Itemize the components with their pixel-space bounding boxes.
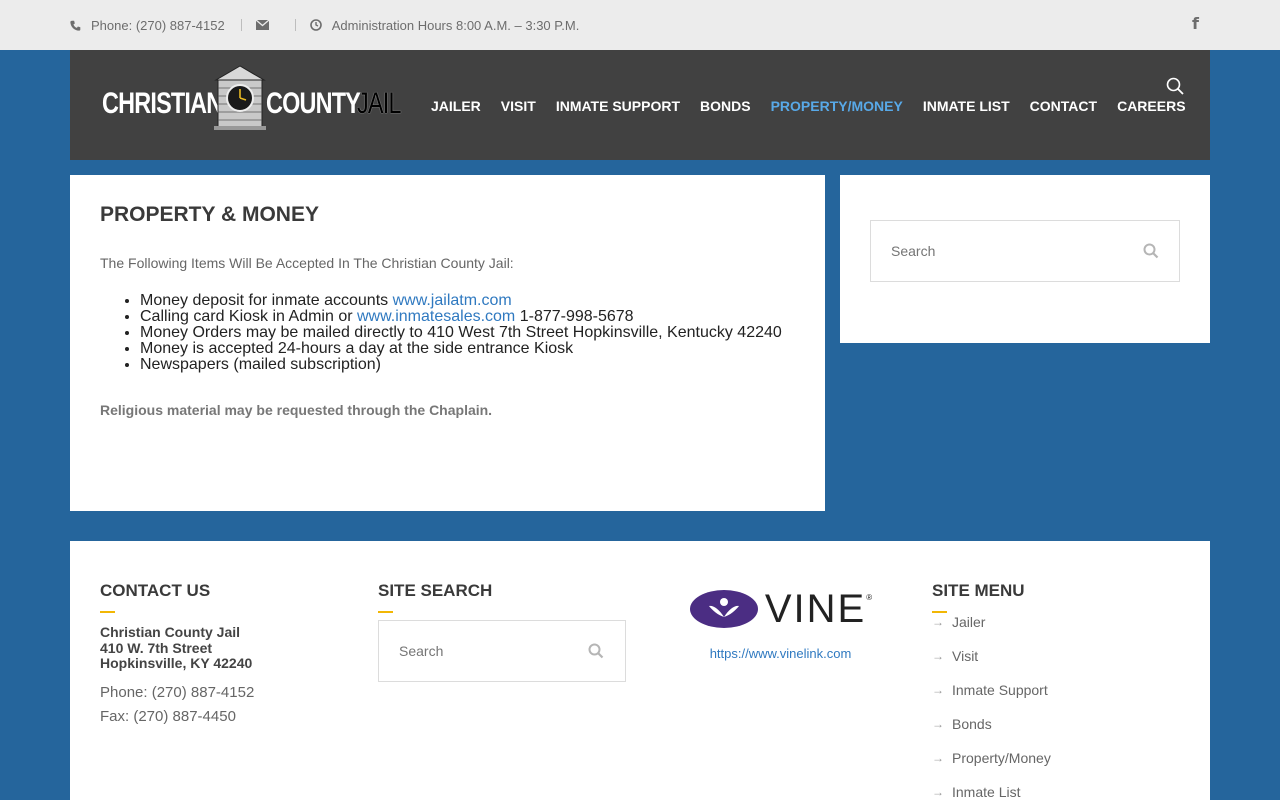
divider — [240, 19, 242, 31]
intro-text: The Following Items Will Be Accepted In … — [100, 255, 514, 271]
site-menu-item-jailer[interactable]: → Jailer — [932, 605, 1051, 639]
arrow-right-icon: → — [932, 751, 944, 765]
phone-icon — [70, 20, 81, 31]
nav-bonds[interactable]: BONDS — [700, 98, 751, 114]
list-item: Money Orders may be mailed directly to 4… — [140, 325, 795, 341]
search-icon[interactable] — [588, 643, 604, 659]
footer-fax: Fax: (270) 887-4450 — [100, 707, 236, 725]
arrow-right-icon: → — [932, 615, 944, 629]
list-item: Money is accepted 24-hours a day at the … — [140, 341, 795, 357]
nav-inmate-support[interactable]: INMATE SUPPORT — [556, 98, 680, 114]
site-menu-heading: SITE MENU — [932, 581, 1025, 600]
top-hours-text: Administration Hours 8:00 A.M. – 3:30 P.… — [331, 17, 580, 33]
footer-site-menu: SITE MENU → Jailer → Visit → Inmate Support… — [932, 581, 1051, 800]
vine-widget: VINE ® https://www.vinelink.com — [668, 589, 893, 661]
registered-mark-icon: ® — [866, 593, 873, 602]
logo-word-christian: CHRISTIAN — [102, 87, 223, 120]
site-search-heading: SITE SEARCH — [378, 581, 493, 600]
contact-heading: CONTACT US — [100, 581, 211, 600]
jailatm-link[interactable]: www.jailatm.com — [393, 292, 512, 309]
header-search-icon[interactable] — [1166, 77, 1184, 100]
list-item: Calling card Kiosk in Admin or www.inmat… — [140, 309, 795, 325]
address: Christian County Jail 410 W. 7th Street … — [100, 624, 253, 671]
site-header: CHRISTIAN COUNTY JAIL JAILER VISIT INMAT… — [70, 50, 1210, 160]
main-content: PROPERTY & MONEY The Following Items Wil… — [70, 175, 825, 511]
sidebar-search-input[interactable] — [891, 243, 1091, 259]
facebook-icon[interactable]: f — [1192, 14, 1199, 33]
email-link[interactable] — [255, 20, 269, 30]
site-menu-item-bonds[interactable]: → Bonds — [932, 707, 1051, 741]
vinelink-url[interactable]: https://www.vinelink.com — [668, 646, 893, 661]
arrow-right-icon: → — [932, 717, 944, 731]
logo-word-jail: JAIL — [357, 87, 401, 120]
footer: CONTACT US Christian County Jail 410 W. … — [70, 541, 1210, 800]
inmatesales-link[interactable]: www.inmatesales.com — [357, 308, 515, 325]
vine-emblem-icon — [689, 590, 758, 628]
top-phone-text: Phone: (270) 887-4152 — [91, 17, 225, 33]
top-bar: Phone: (270) 887-4152 Administration Hou… — [0, 0, 1280, 50]
arrow-right-icon: → — [932, 785, 944, 799]
vine-logo-text: VINE — [764, 587, 867, 631]
chaplain-note: Religious material may be requested thro… — [100, 402, 493, 418]
footer-site-search: SITE SEARCH — [378, 581, 626, 682]
clock-icon — [309, 19, 322, 31]
sidebar — [840, 175, 1210, 343]
main-nav: JAILER VISIT INMATE SUPPORT BONDS PROPER… — [431, 98, 1206, 114]
nav-careers[interactable]: CAREERS — [1117, 98, 1185, 114]
heading-underline — [100, 611, 115, 613]
courthouse-clock-icon — [214, 65, 266, 130]
top-hours: Administration Hours 8:00 A.M. – 3:30 P.… — [309, 17, 580, 33]
list-item: Money deposit for inmate accounts www.ja… — [140, 293, 795, 309]
top-phone: Phone: (270) 887-4152 — [70, 18, 225, 33]
footer-phone: Phone: (270) 887-4152 — [100, 683, 255, 701]
nav-inmate-list[interactable]: INMATE LIST — [923, 98, 1010, 114]
site-menu-item-visit[interactable]: → Visit — [932, 639, 1051, 673]
search-icon[interactable] — [1143, 243, 1159, 259]
site-menu-item-inmate-list[interactable]: → Inmate List — [932, 775, 1051, 800]
contact-numbers: Phone: (270) 887-4152 Fax: (270) 887-445… — [100, 681, 254, 729]
page-title: PROPERTY & MONEY — [100, 203, 319, 226]
footer-search-input[interactable] — [399, 643, 599, 659]
nav-jailer[interactable]: JAILER — [431, 98, 481, 114]
list-item: Newspapers (mailed subscription) — [140, 357, 795, 373]
envelope-icon — [255, 20, 269, 30]
logo-word-county: COUNTY — [266, 87, 361, 120]
nav-property-money[interactable]: PROPERTY/MONEY — [771, 98, 903, 114]
nav-contact[interactable]: CONTACT — [1030, 98, 1097, 114]
arrow-right-icon: → — [932, 649, 944, 663]
footer-search-box — [378, 620, 626, 682]
accepted-items-list: Money deposit for inmate accounts www.ja… — [140, 293, 795, 373]
nav-visit[interactable]: VISIT — [501, 98, 536, 114]
site-menu-item-inmate-support[interactable]: → Inmate Support — [932, 673, 1051, 707]
arrow-right-icon: → — [932, 683, 944, 697]
footer-contact: CONTACT US Christian County Jail 410 W. … — [100, 581, 254, 729]
site-logo[interactable]: CHRISTIAN COUNTY JAIL — [102, 64, 401, 130]
sidebar-search — [870, 220, 1180, 282]
divider — [294, 19, 296, 31]
vine-logo[interactable]: VINE ® — [689, 589, 872, 629]
site-menu-list: → Jailer → Visit → Inmate Support → Bonds → P… — [932, 605, 1051, 800]
site-menu-item-property-money[interactable]: → Property/Money — [932, 741, 1051, 775]
heading-underline — [378, 611, 393, 613]
